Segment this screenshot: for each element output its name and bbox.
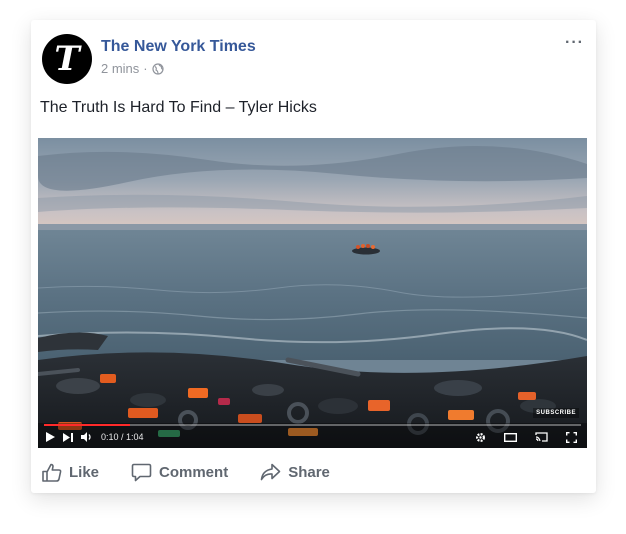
video-controls-right	[467, 426, 587, 448]
post-card: T The New York Times 2 mins · ··· The Tr…	[31, 20, 596, 493]
volume-icon[interactable]	[81, 426, 93, 448]
comment-label: Comment	[159, 463, 229, 481]
post-meta: 2 mins ·	[101, 61, 164, 76]
theater-mode-icon[interactable]	[504, 426, 517, 448]
more-options-button[interactable]: ···	[565, 34, 584, 52]
video-frame	[38, 138, 587, 448]
page-name-link[interactable]: The New York Times	[101, 38, 256, 56]
subscribe-watermark[interactable]: SUBSCRIBE	[533, 408, 579, 418]
meta-separator: ·	[143, 61, 148, 76]
like-label: Like	[69, 463, 100, 481]
share-label: Share	[288, 463, 330, 481]
next-icon[interactable]	[63, 426, 73, 448]
cast-icon[interactable]	[535, 426, 548, 448]
play-icon[interactable]	[46, 426, 55, 448]
video-time: 0:10 / 1:04	[101, 432, 144, 442]
avatar-letter: T	[54, 39, 80, 79]
video-controls: 0:10 / 1:04	[38, 426, 587, 448]
post-timestamp[interactable]: 2 mins	[101, 61, 139, 76]
nyt-logo-avatar[interactable]: T	[42, 34, 92, 84]
like-button[interactable]: Like	[42, 463, 99, 482]
video-player[interactable]: SUBSCRIBE 0:10 / 1:04	[38, 138, 587, 448]
share-button[interactable]: Share	[260, 463, 330, 481]
comment-button[interactable]: Comment	[131, 463, 228, 482]
globe-icon	[152, 62, 164, 75]
comment-bubble-icon	[131, 463, 152, 481]
thumbs-up-icon	[42, 463, 62, 482]
settings-gear-icon[interactable]	[475, 426, 486, 448]
share-arrow-icon	[260, 463, 281, 481]
post-text: The Truth Is Hard To Find – Tyler Hicks	[40, 99, 317, 116]
post-actions: Like Comment Share	[42, 460, 582, 484]
fullscreen-icon[interactable]	[566, 426, 577, 448]
